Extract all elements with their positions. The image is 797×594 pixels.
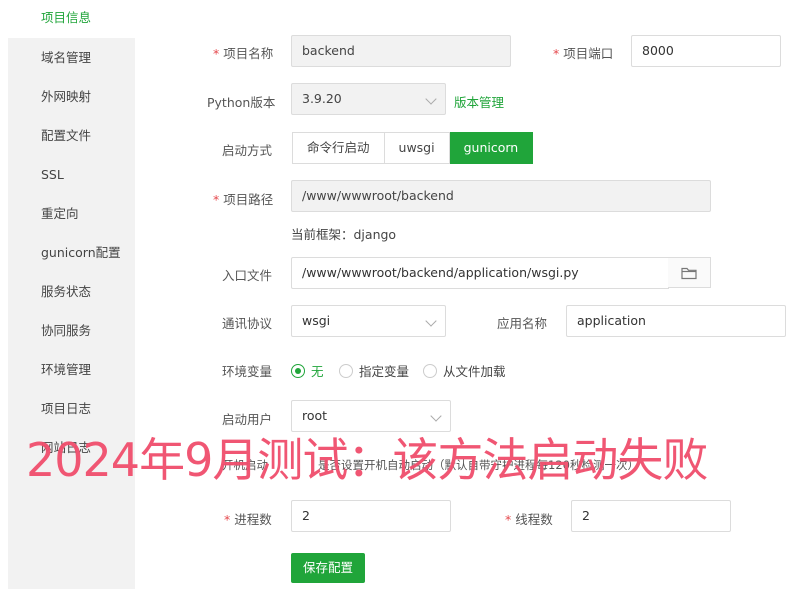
project-name-label: * 项目名称	[213, 46, 274, 61]
protocol-select[interactable]: wsgi	[291, 305, 446, 337]
threads-input[interactable]: 2	[571, 500, 731, 532]
project-form: * 项目名称 backend * 项目端口 8000 Python版本 3.9.20…	[135, 0, 797, 594]
sidebar-item-service-status[interactable]: 服务状态	[8, 272, 135, 311]
sidebar-item-env-management[interactable]: 环境管理	[8, 350, 135, 389]
browse-folder-button[interactable]	[668, 257, 711, 288]
sidebar: 项目信息 域名管理 外网映射 配置文件 SSL 重定向 gunicorn配置 服…	[8, 0, 135, 589]
start-mode-uwsgi-button[interactable]: uwsgi	[384, 132, 450, 164]
python-version-label: Python版本	[207, 95, 276, 110]
processes-input[interactable]: 2	[291, 500, 451, 532]
project-path-input: /www/wwwroot/backend	[291, 180, 711, 212]
version-management-link[interactable]: 版本管理	[454, 92, 504, 111]
framework-note: 当前框架：django	[291, 227, 397, 242]
project-port-input[interactable]: 8000	[631, 35, 781, 67]
env-none-radio[interactable]: 无	[291, 361, 324, 380]
folder-icon	[681, 267, 697, 280]
sidebar-item-redirect[interactable]: 重定向	[8, 194, 135, 233]
env-specified-radio[interactable]: 指定变量	[339, 361, 409, 380]
autostart-label: 开机启动	[222, 458, 268, 472]
start-mode-label: 启动方式	[222, 143, 273, 158]
sidebar-item-gunicorn-config[interactable]: gunicorn配置	[8, 233, 135, 272]
start-mode-group: 命令行启动 uwsgi gunicorn	[292, 132, 534, 164]
sidebar-item-project-log[interactable]: 项目日志	[8, 389, 135, 428]
start-user-label: 启动用户	[222, 412, 273, 427]
sidebar-item-ssl[interactable]: SSL	[8, 155, 135, 194]
env-vars-label: 环境变量	[222, 364, 273, 379]
python-version-select: 3.9.20	[291, 83, 446, 115]
save-config-button[interactable]: 保存配置	[291, 553, 365, 583]
project-name-input: backend	[291, 35, 511, 67]
start-mode-cli-button[interactable]: 命令行启动	[292, 132, 385, 164]
start-user-select[interactable]: root	[291, 400, 451, 432]
entry-file-label: 入口文件	[222, 268, 273, 283]
sidebar-item-project-info[interactable]: 项目信息	[8, 0, 135, 38]
chevron-down-icon	[425, 315, 437, 327]
autostart-checkbox-label[interactable]: 是否设置开机自动启动（默认自带守护进程每120秒检测一次）	[318, 457, 639, 473]
entry-file-input[interactable]: /www/wwwroot/backend/application/wsgi.py	[291, 257, 669, 289]
app-name-label: 应用名称	[497, 316, 548, 331]
threads-label: * 线程数	[505, 512, 553, 527]
sidebar-item-config-file[interactable]: 配置文件	[8, 116, 135, 155]
app-name-input[interactable]: application	[566, 305, 786, 337]
env-from-file-radio[interactable]: 从文件加载	[423, 361, 506, 380]
chevron-down-icon	[425, 93, 437, 105]
sidebar-item-external-mapping[interactable]: 外网映射	[8, 77, 135, 116]
project-path-label: * 项目路径	[213, 192, 274, 207]
sidebar-item-domain[interactable]: 域名管理	[8, 38, 135, 77]
chevron-down-icon	[430, 410, 442, 422]
sidebar-item-collab-service[interactable]: 协同服务	[8, 311, 135, 350]
start-mode-gunicorn-button[interactable]: gunicorn	[449, 132, 534, 164]
processes-label: * 进程数	[224, 512, 272, 527]
protocol-label: 通讯协议	[222, 316, 273, 331]
sidebar-item-site-log[interactable]: 网站日志	[8, 428, 135, 467]
project-port-label: * 项目端口	[553, 46, 614, 61]
